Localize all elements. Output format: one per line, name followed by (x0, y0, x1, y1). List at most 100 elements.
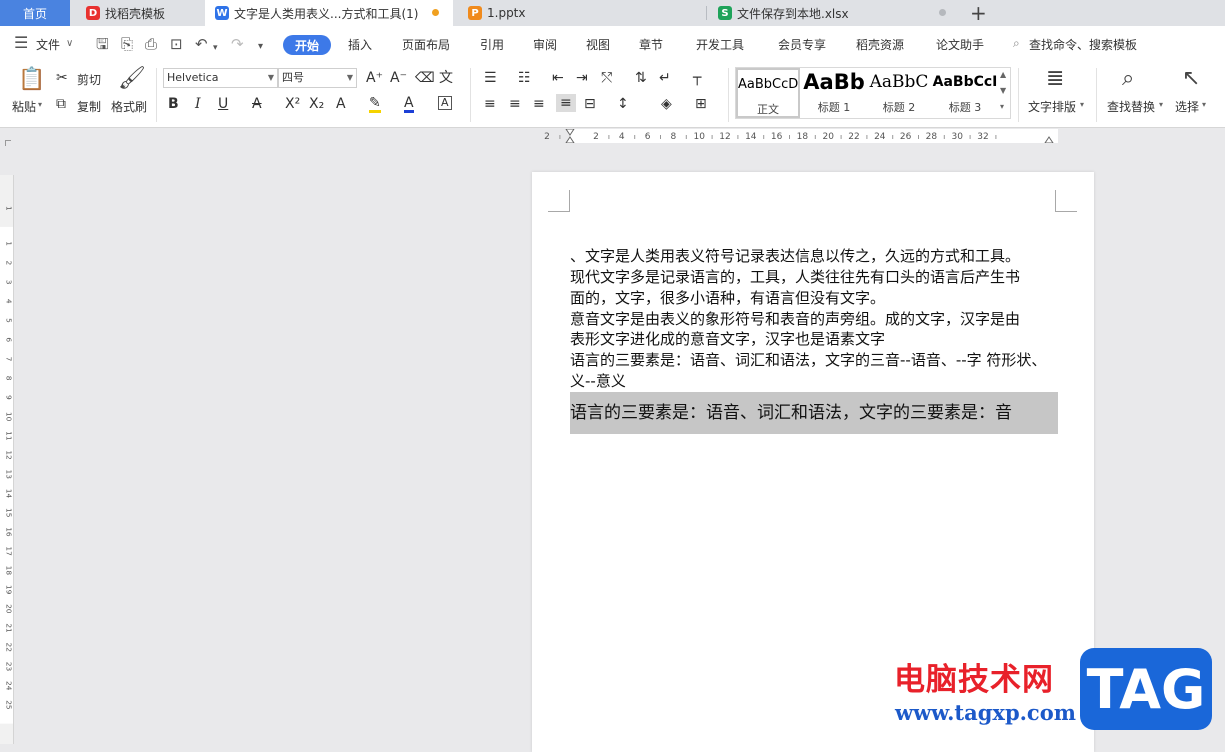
strikethrough-icon[interactable]: A (252, 96, 262, 112)
style-more-icon[interactable]: ▾ (1000, 102, 1004, 111)
tab-member[interactable]: 会员专享 (778, 36, 826, 53)
scissors-icon[interactable]: ✂ (56, 70, 68, 86)
select-button[interactable]: 选择 (1175, 98, 1199, 115)
vertical-ruler[interactable]: 1123456789101112131415161718192021222324… (0, 175, 14, 744)
paste-button[interactable]: 粘贴 (12, 98, 36, 115)
find-replace-button[interactable]: 查找替换 (1107, 98, 1155, 115)
cut-button[interactable]: 剪切 (77, 71, 101, 88)
tab-insert[interactable]: 插入 (348, 36, 372, 53)
redo-icon[interactable]: ↷ (231, 36, 244, 52)
tab-chapter[interactable]: 章节 (639, 36, 663, 53)
chinese-layout-icon[interactable]: ⤲ (601, 70, 612, 86)
distributed-align-icon[interactable]: ⊟ (584, 96, 596, 112)
style-normal[interactable]: AaBbCcD 正文 (736, 68, 800, 118)
align-center-icon[interactable]: ≡ (509, 96, 521, 112)
line-spacing-icon[interactable]: ↕ (617, 96, 629, 112)
export-pdf-icon[interactable]: ⎘ (121, 36, 133, 52)
paragraph-line[interactable]: 意音文字是由表义的象形符号和表音的声旁组。成的文字，汉字是由 (570, 309, 1020, 329)
find-icon[interactable]: ⌕ (1122, 67, 1134, 91)
text-layout-button[interactable]: 文字排版 (1028, 98, 1076, 115)
margin-corner-mark (548, 190, 570, 212)
ruler-tick-label: 8 (671, 132, 677, 142)
search-icon[interactable]: ⌕ (1013, 36, 1020, 51)
phonetic-guide-icon[interactable]: 文 (439, 70, 453, 86)
sort-icon[interactable]: ⇅ (635, 70, 647, 86)
decrease-indent-icon[interactable]: ⇤ (552, 70, 564, 86)
paste-dropdown-icon[interactable]: ▾ (38, 100, 42, 109)
copy-icon[interactable]: ⧉ (56, 96, 66, 112)
command-search[interactable]: 查找命令、搜索模板 (1029, 36, 1137, 53)
hamburger-icon[interactable]: ☰ (14, 35, 28, 51)
grow-font-icon[interactable]: A⁺ (366, 70, 383, 86)
copy-button[interactable]: 复制 (77, 98, 101, 115)
undo-icon[interactable]: ↶ (195, 36, 208, 52)
font-color-icon[interactable]: A (404, 96, 414, 113)
horizontal-ruler[interactable]: 2 2 4 6 8 10 12 14 16 18 20 22 24 26 28 30 32 (532, 129, 1092, 143)
style-heading-3[interactable]: AaBbCcI 标题 3 (932, 68, 998, 118)
bold-icon[interactable]: B (168, 96, 179, 112)
paragraph-line[interactable]: 面的，文字，很多小语种，有语言但没有文字。 (570, 288, 885, 308)
paragraph-line[interactable]: 、文字是人类用表义符号记录表达信息以传之，久远的方式和工具。 (570, 246, 1020, 266)
chevron-down-icon[interactable]: ▾ (1080, 100, 1084, 109)
tab-paper-assistant[interactable]: 论文助手 (936, 36, 984, 53)
numbered-list-icon[interactable]: ☷ (518, 70, 531, 86)
tab-daoke-templates[interactable]: D 找稻壳模板 (76, 0, 204, 26)
tab-references[interactable]: 引用 (480, 36, 504, 53)
paragraph-line[interactable]: 义--意义 (570, 371, 626, 391)
tab-developer[interactable]: 开发工具 (696, 36, 744, 53)
print-icon[interactable]: ⎙ (145, 36, 157, 52)
highlight-icon[interactable]: ✎ (369, 96, 381, 113)
increase-indent-icon[interactable]: ⇥ (576, 70, 588, 86)
selected-paragraph[interactable]: 语言的三要素是：语音、词汇和语法，文字的三要素是：音 (570, 392, 1058, 434)
align-right-icon[interactable]: ≡ (533, 96, 545, 112)
tab-start[interactable]: 开始 (283, 35, 331, 55)
italic-icon[interactable]: I (195, 96, 201, 112)
subscript-icon[interactable]: X₂ (309, 96, 324, 112)
format-painter-button[interactable]: 格式刷 (111, 98, 147, 115)
style-scroll-up-icon[interactable]: ▲ (1000, 70, 1006, 79)
paste-icon[interactable]: 📋 (18, 68, 45, 92)
bullet-list-icon[interactable]: ☰ (484, 70, 497, 86)
style-heading-1[interactable]: AaBb 标题 1 (802, 68, 866, 118)
tab-stops-icon[interactable]: ┬ (693, 70, 701, 86)
align-left-icon[interactable]: ≡ (484, 96, 496, 112)
tab-pptx[interactable]: P 1.pptx (458, 0, 706, 26)
tab-daoke-resources[interactable]: 稻壳资源 (856, 36, 904, 53)
chevron-down-icon[interactable]: ∨ (66, 38, 73, 49)
chevron-down-icon[interactable]: ▾ (1159, 100, 1163, 109)
style-scroll-down-icon[interactable]: ▼ (1000, 86, 1006, 95)
tab-xlsx[interactable]: S 文件保存到本地.xlsx (708, 0, 958, 26)
text-effect-icon[interactable]: A (336, 96, 346, 112)
shrink-font-icon[interactable]: A⁻ (390, 70, 407, 86)
text-layout-icon[interactable]: ≣ (1046, 67, 1064, 91)
print-preview-icon[interactable]: ⊡ (170, 36, 183, 52)
tab-review[interactable]: 审阅 (533, 36, 557, 53)
font-size-select[interactable]: 四号 ▼ (278, 68, 357, 88)
paragraph-line[interactable]: 语言的三要素是：语音、词汇和语法，文字的三音--语音、--字 符形状、 (570, 350, 1046, 370)
tab-view[interactable]: 视图 (586, 36, 610, 53)
font-name-select[interactable]: Helvetica ▼ (163, 68, 278, 88)
new-tab-button[interactable]: + (962, 0, 992, 26)
style-heading-2[interactable]: AaBbC 标题 2 (866, 68, 932, 118)
borders-icon[interactable]: ⊞ (695, 96, 707, 112)
shading-icon[interactable]: ◈ (661, 96, 672, 112)
format-painter-icon[interactable]: 🖌 (118, 67, 146, 91)
tab-page-layout[interactable]: 页面布局 (402, 36, 450, 53)
chevron-down-icon[interactable]: ▾ (1202, 100, 1206, 109)
paragraph-line[interactable]: 表形文字进化成的意音文字，汉字也是语素文字 (570, 329, 885, 349)
menu-file[interactable]: 文件 (36, 36, 60, 53)
undo-dropdown-icon[interactable]: ▾ (213, 40, 218, 56)
underline-icon[interactable]: U (218, 96, 228, 112)
save-icon[interactable]: 🖫 (96, 36, 109, 52)
tab-home[interactable]: 首页 (0, 0, 70, 26)
show-marks-icon[interactable]: ↵ (659, 70, 671, 86)
more-quick-access-icon[interactable]: ▾ (258, 39, 263, 55)
superscript-icon[interactable]: X² (285, 96, 300, 112)
tab-document-active[interactable]: W 文字是人类用表义...方式和工具(1) (205, 0, 453, 26)
paragraph-line[interactable]: 现代文字多是记录语言的，工具，人类往往先有口头的语言后产生书 (570, 267, 1020, 287)
ruler-tick-label: 7 (5, 357, 14, 362)
justify-icon[interactable]: ≡ (556, 94, 576, 112)
character-border-icon[interactable]: A (438, 96, 452, 110)
cursor-select-icon[interactable]: ↖ (1182, 67, 1200, 91)
clear-format-icon[interactable]: ⌫ (415, 70, 435, 86)
